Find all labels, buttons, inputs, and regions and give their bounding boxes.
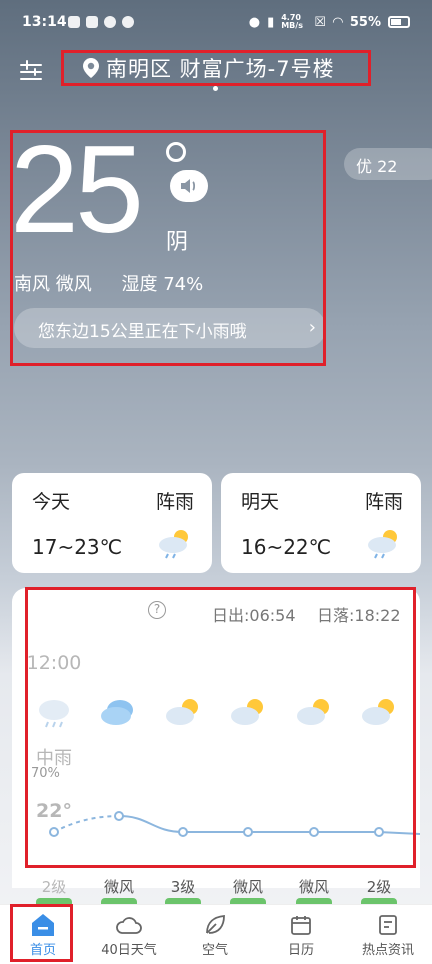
calendar-icon: [291, 916, 311, 935]
wifi-icon: ◠: [332, 14, 343, 30]
status-time: 13:14: [22, 14, 67, 30]
aqi-badge[interactable]: 优 22: [344, 148, 432, 180]
location-name: 南明区 财富广场-7号楼: [106, 57, 335, 81]
highlight-home-nav: [10, 904, 73, 962]
nav-calendar[interactable]: 日历: [258, 911, 344, 958]
vibrate-icon: ▮: [267, 14, 275, 30]
nav-air-label: 空气: [201, 943, 228, 958]
tomorrow-card[interactable]: 明天 阵雨 16~22℃: [221, 473, 421, 573]
hourly-wind: 微风: [232, 878, 263, 896]
today-label: 今天: [32, 491, 71, 513]
battery-percent: 55%: [349, 14, 381, 30]
nav-air[interactable]: 空气: [172, 911, 258, 958]
highlight-current-weather: [10, 130, 326, 366]
hourly-wind: 微风: [103, 878, 134, 896]
nav-40day[interactable]: 40日天气: [86, 911, 172, 958]
weather-app-icon: [68, 16, 80, 28]
hourly-wind: 2级: [41, 878, 67, 896]
tomorrow-condition: 阵雨: [364, 491, 403, 513]
city-manage-icon[interactable]: [20, 60, 46, 84]
hourly-wind: 微风: [298, 878, 329, 896]
leaf-icon: [206, 915, 225, 934]
shower-icon: [365, 525, 403, 563]
location-status-icon: ●: [248, 14, 261, 30]
location-selector[interactable]: 南明区 财富广场-7号楼: [61, 50, 371, 86]
news-icon: [379, 915, 397, 935]
tiktok-icon: [86, 16, 98, 28]
nav-news-label: 热点资讯: [361, 943, 414, 958]
nav-calendar-label: 日历: [287, 943, 314, 958]
nav-news[interactable]: 热点资讯: [345, 911, 431, 958]
nav-40day-label: 40日天气: [101, 943, 157, 958]
tomorrow-label: 明天: [241, 491, 280, 513]
today-range: 17~23℃: [32, 535, 123, 559]
sim-icon: ☒: [314, 14, 326, 30]
shower-icon: [156, 525, 194, 563]
network-speed: 4.70 MB/s: [281, 13, 303, 30]
hourly-wind: 2级: [366, 878, 392, 896]
tomorrow-range: 16~22℃: [241, 535, 332, 559]
cloud-outline-icon: [116, 917, 142, 934]
page-indicator: [213, 86, 218, 91]
info-icon: [104, 16, 116, 28]
battery-icon: [388, 16, 410, 28]
status-bar: 13:14 ● ▮ 4.70 MB/s ☒ ◠ 55%: [0, 0, 432, 46]
today-condition: 阵雨: [155, 491, 194, 513]
browser-icon: [122, 16, 134, 28]
hourly-wind: 3级: [170, 878, 196, 896]
location-pin-icon: [83, 58, 99, 78]
highlight-hourly-forecast: [25, 587, 416, 868]
today-card[interactable]: 今天 阵雨 17~23℃: [12, 473, 212, 573]
